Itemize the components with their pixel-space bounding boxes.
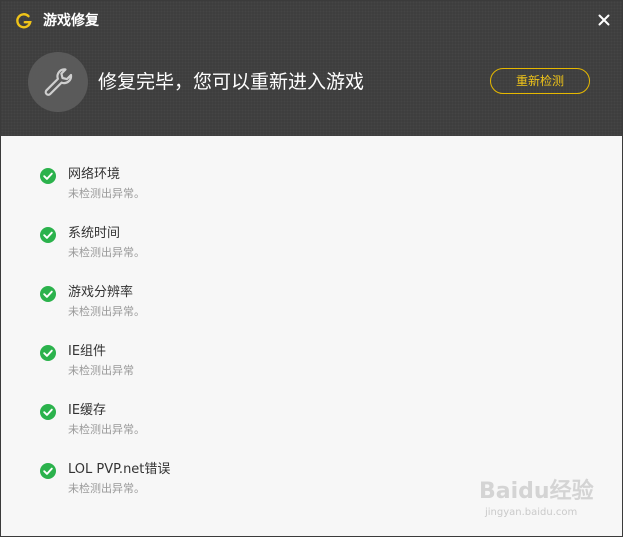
check-item-ie-cache: IE缓存 未检测出异常。 — [40, 372, 440, 436]
wrench-icon — [28, 52, 88, 112]
game-repair-window: 游戏修复 修复完毕，您可以重新进入游戏 重新检测 网络环境 未检测出异常。 系统… — [0, 0, 623, 537]
check-item-system-time: 系统时间 未检测出异常。 — [40, 195, 440, 259]
app-logo-icon — [15, 12, 33, 30]
check-item-ie-component: IE组件 未检测出异常 — [40, 313, 440, 377]
check-circle-icon — [40, 168, 56, 184]
window-title: 游戏修复 — [43, 13, 99, 29]
check-item-name: IE缓存 — [68, 403, 107, 418]
check-item-status: 未检测出异常。 — [68, 482, 145, 495]
check-item-name: 网络环境 — [68, 167, 121, 182]
watermark-logo-text: Baidu经验 — [479, 479, 594, 504]
check-circle-icon — [40, 463, 56, 479]
recheck-button[interactable]: 重新检测 — [490, 68, 590, 94]
watermark-url: jingyan.baidu.com — [485, 507, 578, 518]
check-circle-icon — [40, 345, 56, 361]
close-icon[interactable] — [595, 11, 613, 29]
check-circle-icon — [40, 404, 56, 420]
check-item-resolution: 游戏分辨率 未检测出异常。 — [40, 254, 440, 318]
check-circle-icon — [40, 286, 56, 302]
baidu-jingyan-watermark: Baidu经验 jingyan.baidu.com — [479, 475, 594, 527]
check-item-name: LOL PVP.net错误 — [68, 462, 171, 477]
check-circle-icon — [40, 227, 56, 243]
check-item-name: IE组件 — [68, 344, 107, 359]
repair-complete-message: 修复完毕，您可以重新进入游戏 — [98, 71, 365, 93]
check-item-lol-pvp: LOL PVP.net错误 未检测出异常。 — [40, 431, 440, 495]
check-item-name: 系统时间 — [68, 226, 121, 241]
header-panel: 游戏修复 修复完毕，您可以重新进入游戏 重新检测 — [1, 1, 622, 136]
check-item-network: 网络环境 未检测出异常。 — [40, 136, 440, 200]
check-item-name: 游戏分辨率 — [68, 285, 134, 300]
title-bar: 游戏修复 — [1, 1, 622, 41]
